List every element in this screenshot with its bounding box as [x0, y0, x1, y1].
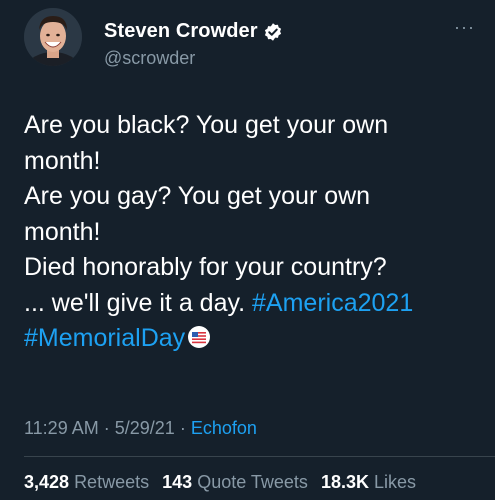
likes-count: 18.3K [320, 472, 369, 492]
quote-tweets-label: Quote Tweets [197, 472, 308, 492]
likes-label: Likes [374, 472, 417, 492]
tweet-line-with-hashtag: ... we'll give it a day. #America2021 [24, 286, 469, 322]
meta-separator: · [103, 418, 110, 438]
tweet-line-text: ... we'll give it a day. [24, 288, 246, 317]
tweet-line: month! [24, 146, 101, 175]
tweet-stats: 3,428 Retweets 143 Quote Tweets 18.3K Li… [24, 472, 416, 493]
likes-stat[interactable]: 18.3K Likes [321, 472, 416, 492]
hashtag-memorialday[interactable]: #MemorialDay [24, 324, 185, 352]
avatar[interactable] [24, 8, 82, 66]
verified-badge-icon [263, 22, 283, 42]
tweet-date[interactable]: 5/29/21 [115, 418, 175, 438]
tweet-header: Steven Crowder @scrowder ··· [24, 4, 479, 74]
more-options-icon[interactable]: ··· [454, 18, 475, 36]
tweet-detail: Steven Crowder @scrowder ··· Are you bla… [0, 0, 495, 500]
memorial-day-hashflag-icon [187, 324, 211, 348]
quote-tweets-stat[interactable]: 143 Quote Tweets [162, 472, 308, 492]
tweet-line: Are you gay? You get your own [24, 182, 371, 210]
tweet-source-link[interactable]: Echofon [191, 418, 257, 438]
display-name[interactable]: Steven Crowder [104, 20, 258, 43]
divider [24, 456, 495, 457]
quote-tweets-count: 143 [162, 472, 193, 492]
tweet-line: month! [24, 217, 101, 246]
retweets-label: Retweets [74, 472, 150, 492]
tweet-line: Are you black? You get your own [24, 111, 389, 139]
hashtag-america2021[interactable]: #America2021 [252, 289, 413, 317]
tweet-meta: 11:29 AM · 5/29/21 · Echofon [24, 418, 257, 439]
tweet-text: Are you black? You get your own month! A… [24, 108, 469, 357]
meta-separator: · [179, 418, 186, 438]
tweet-time[interactable]: 11:29 AM [24, 418, 99, 438]
retweets-count: 3,428 [24, 472, 70, 492]
retweets-stat[interactable]: 3,428 Retweets [24, 472, 149, 492]
tweet-line-hashtag: #MemorialDay [24, 321, 469, 357]
name-row: Steven Crowder [104, 20, 283, 43]
user-handle[interactable]: @scrowder [104, 48, 195, 69]
tweet-line: Died honorably for your country? [24, 253, 387, 281]
